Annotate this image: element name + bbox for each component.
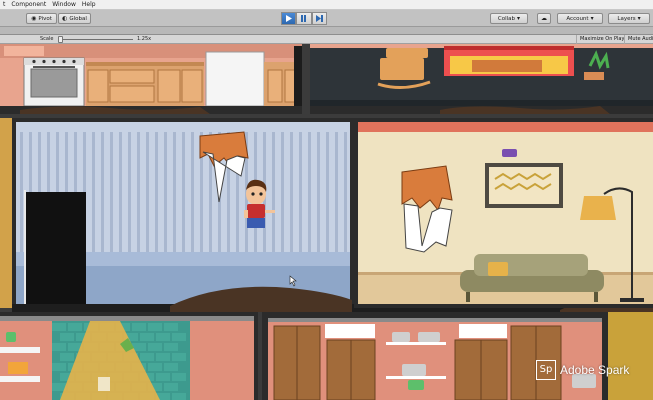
- wallpaper-stripe: [155, 132, 158, 252]
- globe-icon: ◐: [62, 14, 68, 22]
- wallpaper-stripe: [146, 132, 149, 252]
- chevron-down-icon: ▾: [517, 14, 521, 22]
- wall-brick: [52, 323, 66, 331]
- stove: [23, 57, 85, 107]
- menu-item-help[interactable]: Help: [79, 0, 99, 10]
- hallway-room: [0, 118, 354, 308]
- pause-button[interactable]: [296, 12, 312, 25]
- layers-dropdown[interactable]: Layers ▾: [608, 13, 650, 24]
- playback-controls: [281, 12, 327, 25]
- wallpaper-stripe: [182, 132, 185, 252]
- wallpaper-stripe: [344, 132, 347, 252]
- wallpaper-stripe: [335, 132, 338, 252]
- house-scene: [0, 44, 653, 400]
- living-room: [310, 44, 653, 106]
- unity-editor-window: t Component Window Help ◉ Pivot ◐ Global…: [0, 0, 653, 400]
- wall-brick: [164, 323, 178, 331]
- wall-brick: [164, 363, 178, 371]
- scale-label: Scale: [40, 36, 54, 42]
- wall-brick: [140, 353, 154, 361]
- wall-brick: [156, 333, 170, 341]
- wallpaper-stripe: [290, 132, 293, 252]
- wallpaper-stripe: [128, 132, 131, 252]
- wallpaper-stripe: [164, 132, 167, 252]
- game-viewport[interactable]: Sp Adobe Spark: [0, 44, 653, 400]
- menu-item-component[interactable]: Component: [8, 0, 49, 10]
- wallpaper-stripe: [119, 132, 122, 252]
- lounge-room: [354, 118, 653, 308]
- wallpaper-stripe: [281, 132, 284, 252]
- main-toolbar: ◉ Pivot ◐ Global Collab ▾ ☁ Account ▾ La…: [0, 10, 653, 27]
- game-view-header: Scale 1.25x Maximize On Play Mute Audio: [0, 35, 653, 44]
- wallpaper-stripe: [326, 132, 329, 252]
- wallpaper-stripe: [191, 132, 194, 252]
- collab-dropdown[interactable]: Collab ▾: [490, 13, 528, 24]
- wall-brick: [52, 343, 66, 351]
- wall-brick: [164, 383, 178, 391]
- wallpaper-stripe: [173, 132, 176, 252]
- pivot-icon: ◉: [31, 14, 37, 22]
- pivot-toggle-button[interactable]: ◉ Pivot: [26, 13, 57, 24]
- play-button[interactable]: [281, 12, 297, 25]
- wallpaper-stripe: [272, 132, 275, 252]
- wall-brick: [148, 363, 162, 371]
- wall-brick: [172, 353, 186, 361]
- wall-brick: [172, 333, 186, 341]
- wall-brick: [52, 363, 66, 371]
- account-label: Account: [566, 15, 589, 22]
- wall-brick: [148, 343, 162, 351]
- bottom-right-room: [262, 312, 608, 400]
- adobe-spark-watermark: Sp Adobe Spark: [536, 357, 629, 382]
- wallpaper-stripe: [137, 132, 140, 252]
- global-label: Global: [69, 15, 87, 22]
- wall-brick: [156, 353, 170, 361]
- maximize-on-play-toggle[interactable]: Maximize On Play: [576, 35, 627, 44]
- play-icon: [286, 15, 293, 22]
- wallpaper-stripe: [308, 132, 311, 252]
- kitchen-room: [0, 44, 302, 107]
- wall-brick: [156, 373, 170, 381]
- menu-item-window[interactable]: Window: [49, 0, 79, 10]
- adobe-spark-logo: Sp: [536, 359, 556, 380]
- scale-value: 1.25x: [137, 36, 152, 42]
- wall-brick: [68, 323, 82, 331]
- wall-brick: [132, 323, 146, 331]
- layers-label: Layers: [617, 15, 636, 22]
- wallpaper-stripe: [92, 132, 95, 252]
- cloud-button[interactable]: ☁: [537, 13, 551, 24]
- wall-brick: [60, 333, 74, 341]
- wallpaper-stripe: [101, 132, 104, 252]
- mute-audio-toggle[interactable]: Mute Audio: [624, 35, 653, 44]
- wallpaper-stripe: [299, 132, 302, 252]
- wallpaper-stripe: [20, 132, 23, 252]
- scale-slider-track[interactable]: [60, 39, 133, 40]
- wall-brick: [172, 393, 186, 400]
- wall-brick: [140, 333, 154, 341]
- collab-label: Collab: [497, 15, 516, 22]
- menu-item-truncated[interactable]: t: [0, 0, 8, 10]
- adobe-spark-text: Adobe Spark: [560, 362, 630, 377]
- wall-brick: [60, 353, 74, 361]
- pause-icon: [301, 15, 307, 22]
- chevron-down-icon: ▾: [590, 14, 594, 22]
- chevron-down-icon: ▾: [637, 14, 641, 22]
- wall-brick: [148, 323, 162, 331]
- account-dropdown[interactable]: Account ▾: [557, 13, 603, 24]
- cloud-icon: ☁: [541, 14, 547, 22]
- bottom-left-room: [0, 312, 258, 400]
- step-icon: [315, 15, 323, 22]
- scale-slider-thumb[interactable]: [58, 36, 63, 43]
- step-button[interactable]: [311, 12, 327, 25]
- global-toggle-button[interactable]: ◐ Global: [58, 13, 91, 24]
- wallpaper-stripe: [317, 132, 320, 252]
- wall-brick: [172, 373, 186, 381]
- wall-brick: [164, 343, 178, 351]
- tab-strip: [0, 27, 653, 35]
- pivot-label: Pivot: [38, 15, 52, 22]
- menu-bar: t Component Window Help: [0, 0, 653, 10]
- wallpaper-stripe: [110, 132, 113, 252]
